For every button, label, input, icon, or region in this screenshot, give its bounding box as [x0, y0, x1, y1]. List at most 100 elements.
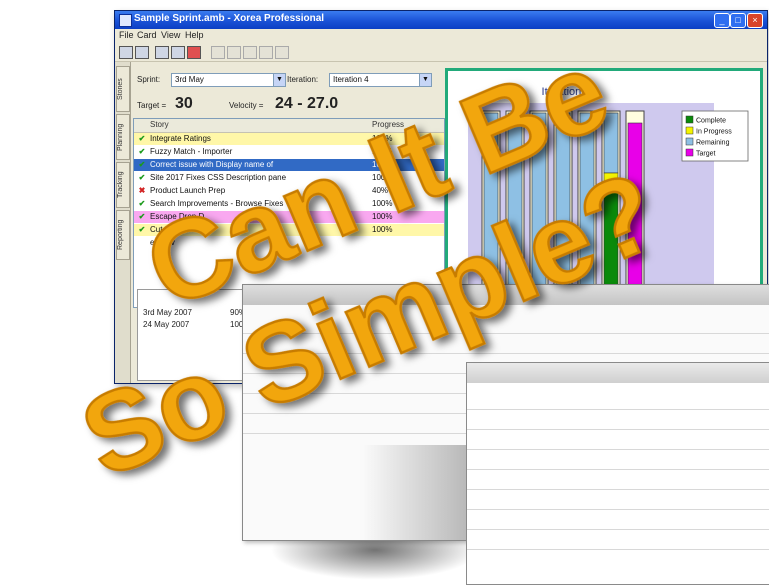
- legend-label: Complete: [696, 118, 726, 125]
- story-name: Product Launch Prep: [150, 186, 226, 195]
- story-row[interactable]: ✔ Cut-Line 100%: [134, 224, 444, 236]
- story-name: Site 2017 Fixes CSS Description pane: [150, 173, 287, 182]
- align-left-icon[interactable]: [211, 46, 225, 59]
- sprint-header: Sprint: 3rd May ▼ Iteration: Iteration 4…: [131, 62, 432, 122]
- floating-window-titlebar[interactable]: [467, 363, 769, 383]
- chart-bar-remaining: [603, 112, 619, 174]
- story-list: Story Progress ✔ Integrate Ratings 100% ✔ Fu…: [133, 118, 445, 308]
- velocity-value: 24 - 27.0: [275, 95, 339, 112]
- divider: [467, 409, 769, 410]
- align-right-icon[interactable]: [243, 46, 257, 59]
- story-progress: 100%: [372, 173, 393, 182]
- menu-view[interactable]: View: [161, 30, 180, 40]
- divider: [467, 469, 769, 470]
- chart-title: Iteration 4: [542, 86, 591, 98]
- story-row[interactable]: ✔ Search Improvements - Browse Fixes 100%: [134, 198, 444, 210]
- chevron-down-icon[interactable]: ▼: [273, 74, 285, 86]
- divider: [467, 429, 769, 430]
- story-name: Search Improvements - Browse Fixes: [150, 199, 284, 208]
- toolbar: [115, 43, 767, 62]
- story-progress: 100%: [372, 225, 393, 234]
- floating-window: [466, 362, 769, 585]
- column-header-progress[interactable]: Progress: [372, 120, 404, 129]
- check-icon: ✔: [138, 173, 146, 182]
- floating-window-titlebar[interactable]: [243, 285, 769, 305]
- story-row[interactable]: ed Env: [134, 237, 444, 249]
- menu-file[interactable]: File: [119, 30, 134, 40]
- story-row[interactable]: ✔ Integrate Ratings 100%: [134, 133, 444, 145]
- legend-swatch: [685, 126, 694, 135]
- maximize-button[interactable]: □: [730, 13, 746, 28]
- legend-label: Remaining: [696, 140, 730, 147]
- story-name: Fuzzy Match - Importer: [150, 147, 233, 156]
- tab-reporting[interactable]: Reporting: [116, 210, 130, 260]
- legend-swatch: [685, 115, 694, 124]
- app-icon: [119, 14, 132, 27]
- minimize-button[interactable]: _: [714, 13, 730, 28]
- story-row[interactable]: ✔ Correct issue with Display name of 100%: [134, 159, 444, 171]
- sprint-select[interactable]: 3rd May ▼: [171, 73, 286, 87]
- story-name: Cut-Line: [150, 225, 181, 234]
- story-name: ed Env: [150, 238, 175, 247]
- story-progress: 100%: [372, 134, 393, 143]
- story-row[interactable]: ✖ Product Launch Prep 40%: [134, 185, 444, 197]
- divider: [467, 449, 769, 450]
- title-bar[interactable]: Sample Sprint.amb - Xorea Professional _…: [115, 11, 767, 29]
- iteration-select[interactable]: Iteration 4 ▼: [329, 73, 432, 87]
- story-name: Integrate Ratings: [150, 134, 211, 143]
- check-icon: ✔: [138, 160, 146, 169]
- iteration-label: Iteration:: [287, 75, 319, 84]
- story-progress: 100%: [372, 147, 393, 156]
- divider: [467, 489, 769, 490]
- story-name: Escape Drop D: [150, 212, 205, 221]
- legend-label: In Progress: [696, 129, 732, 136]
- save-icon[interactable]: [135, 46, 149, 59]
- iteration-select-value: Iteration 4: [333, 75, 369, 84]
- story-progress: 100%: [372, 212, 393, 221]
- open-icon[interactable]: [119, 46, 133, 59]
- print-preview-icon[interactable]: [155, 46, 169, 59]
- justify-icon[interactable]: [259, 46, 273, 59]
- window-title: Sample Sprint.amb - Xorea Professional: [134, 13, 325, 24]
- story-progress: 100%: [372, 160, 393, 169]
- story-row[interactable]: ✔ Escape Drop D 100%: [134, 211, 444, 223]
- menu-help[interactable]: Help: [185, 30, 204, 40]
- check-icon: ✔: [138, 212, 146, 221]
- divider: [467, 509, 769, 510]
- story-progress: 100%: [372, 199, 393, 208]
- check-icon: ✔: [138, 134, 146, 143]
- tab-tracking[interactable]: Tracking: [116, 162, 130, 208]
- story-row[interactable]: ✔ Fuzzy Match - Importer 100%: [134, 146, 444, 158]
- chart-bar-in-progress: [603, 172, 619, 189]
- calendar-icon[interactable]: [187, 46, 201, 59]
- velocity-label: Velocity =: [229, 101, 264, 110]
- check-icon: ✔: [138, 199, 146, 208]
- target-label: Target =: [137, 101, 167, 110]
- format-icon[interactable]: [275, 46, 289, 59]
- tab-planning[interactable]: Planning: [116, 114, 130, 160]
- story-name: Correct issue with Display name of: [150, 160, 274, 169]
- menu-bar: File Card View Help: [115, 29, 767, 42]
- close-button[interactable]: ×: [747, 13, 763, 28]
- align-center-icon[interactable]: [227, 46, 241, 59]
- divider: [243, 333, 769, 334]
- divider: [467, 549, 769, 550]
- menu-card[interactable]: Card: [137, 30, 157, 40]
- check-icon: ✔: [138, 225, 146, 234]
- history-date: 24 May 2007: [143, 320, 190, 329]
- history-date: 3rd May 2007: [143, 308, 192, 317]
- cross-icon: ✖: [138, 186, 146, 195]
- print-icon[interactable]: [171, 46, 185, 59]
- legend-label: Target: [696, 151, 716, 158]
- tab-stories[interactable]: Stories: [116, 66, 130, 112]
- target-value: 30: [175, 95, 193, 112]
- check-icon: ✔: [138, 147, 146, 156]
- chevron-down-icon[interactable]: ▼: [419, 74, 431, 86]
- divider: [243, 353, 769, 354]
- story-progress: 40%: [372, 186, 389, 195]
- story-row[interactable]: ✔ Site 2017 Fixes CSS Description pane 100…: [134, 172, 444, 184]
- list-header: Story Progress: [134, 119, 444, 133]
- legend-swatch: [685, 137, 694, 146]
- sprint-select-value: 3rd May: [175, 75, 204, 84]
- column-header-story[interactable]: Story: [150, 120, 169, 129]
